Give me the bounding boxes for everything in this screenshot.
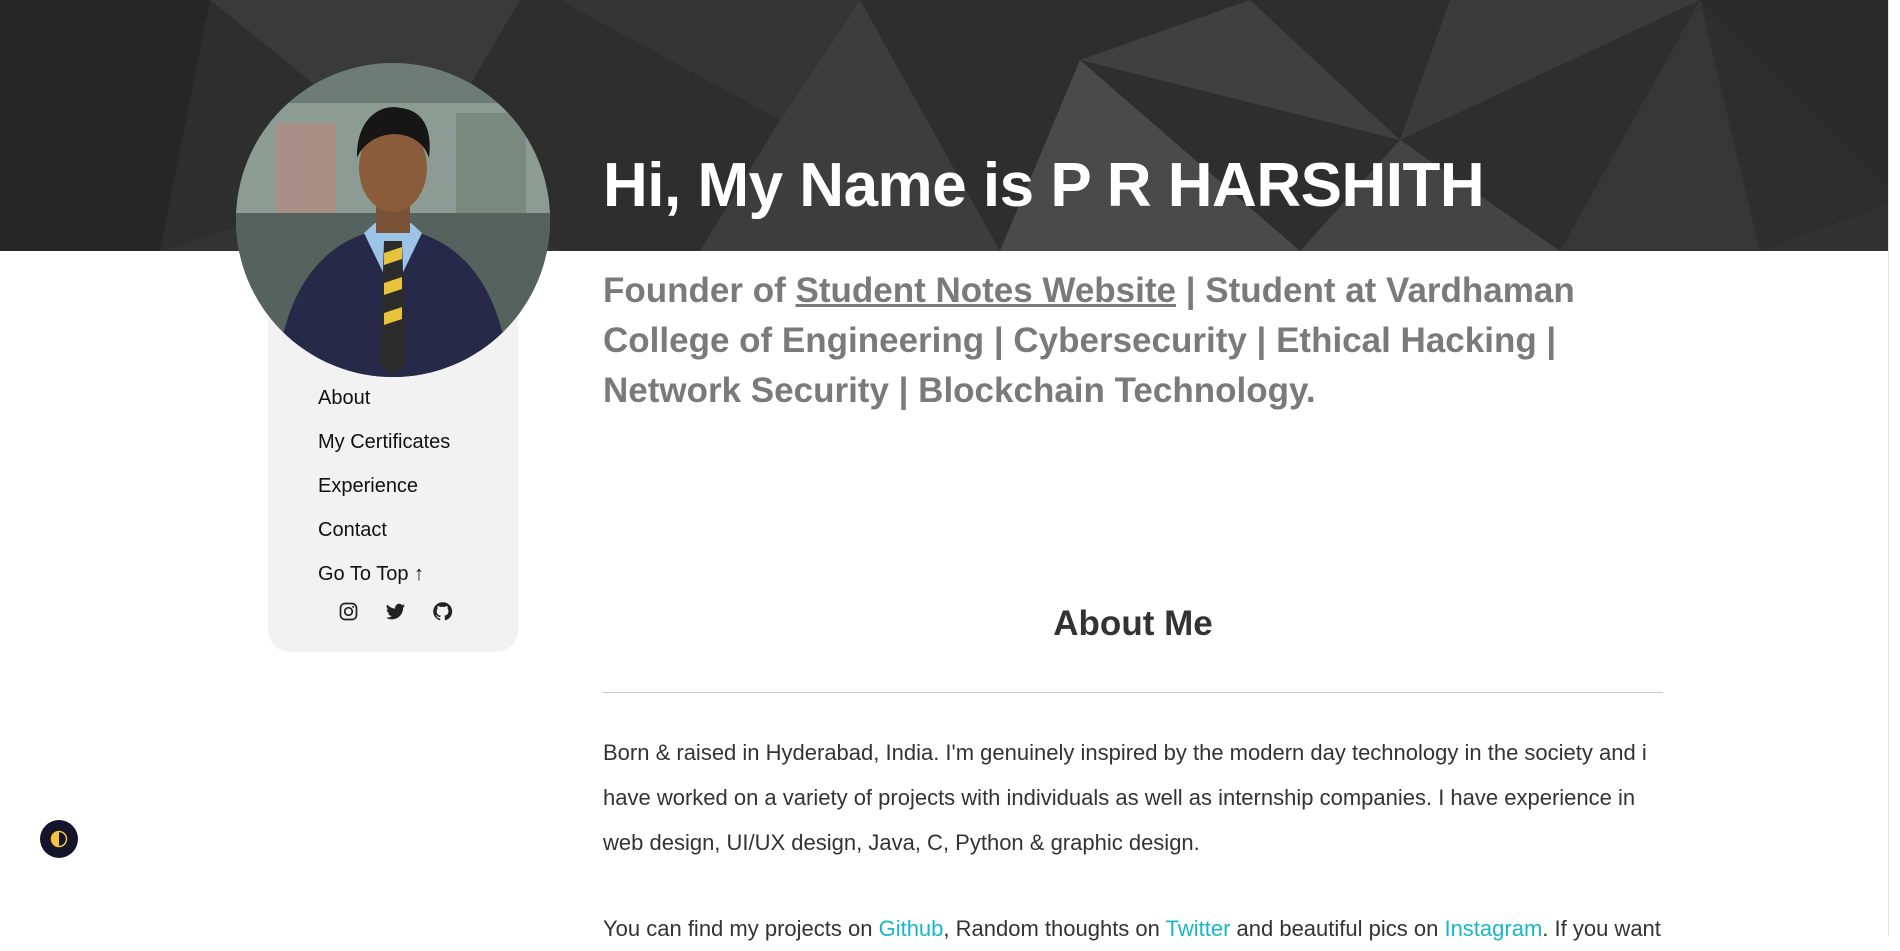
github-icon[interactable] [432,601,453,622]
tagline-prefix: Founder of [603,271,796,310]
about-section-title: About Me [1053,604,1213,643]
nav-about-link[interactable]: About [318,387,370,409]
about-paragraph-links: You can find my projects on Github, Rand… [603,906,1673,951]
student-notes-link[interactable]: Student Notes Website [795,271,1176,310]
nav-certificates-link[interactable]: My Certificates [318,431,450,453]
sidebar-item-experience: Experience [318,474,450,518]
sidebar-nav: About My Certificates Experience Contact… [318,386,450,606]
about-text-part2: , Random thoughts on [943,916,1166,941]
profile-avatar [236,63,550,377]
about-paragraph: Born & raised in Hyderabad, India. I'm g… [603,740,1647,855]
social-links [338,601,453,622]
github-link[interactable]: Github [879,916,944,941]
hero-title: Hi, My Name is P R HARSHITH [603,151,1485,220]
profile-photo [236,63,550,377]
instagram-link[interactable]: Instagram [1444,916,1542,941]
twitter-icon[interactable] [385,601,406,622]
tagline: Founder of Student Notes Website | Stude… [603,266,1663,416]
sidebar-item-about: About [318,386,450,430]
half-moon-icon [50,830,68,848]
section-divider [603,692,1663,693]
nav-go-to-top-link[interactable]: Go To Top ↑ [318,563,424,585]
about-text-part3: and beautiful pics on [1230,916,1445,941]
nav-contact-link[interactable]: Contact [318,519,387,541]
instagram-icon[interactable] [338,601,359,622]
sidebar-item-contact: Contact [318,518,450,562]
about-text-part1: You can find my projects on [603,916,879,941]
page-scrollbar[interactable] [1888,0,1900,936]
about-text-part4: . If you want [1542,916,1661,941]
sidebar-item-certificates: My Certificates [318,430,450,474]
theme-toggle-button[interactable] [40,820,78,858]
twitter-link[interactable]: Twitter [1166,916,1231,941]
sidebar-item-top: Go To Top ↑ [318,562,450,606]
nav-experience-link[interactable]: Experience [318,475,418,497]
